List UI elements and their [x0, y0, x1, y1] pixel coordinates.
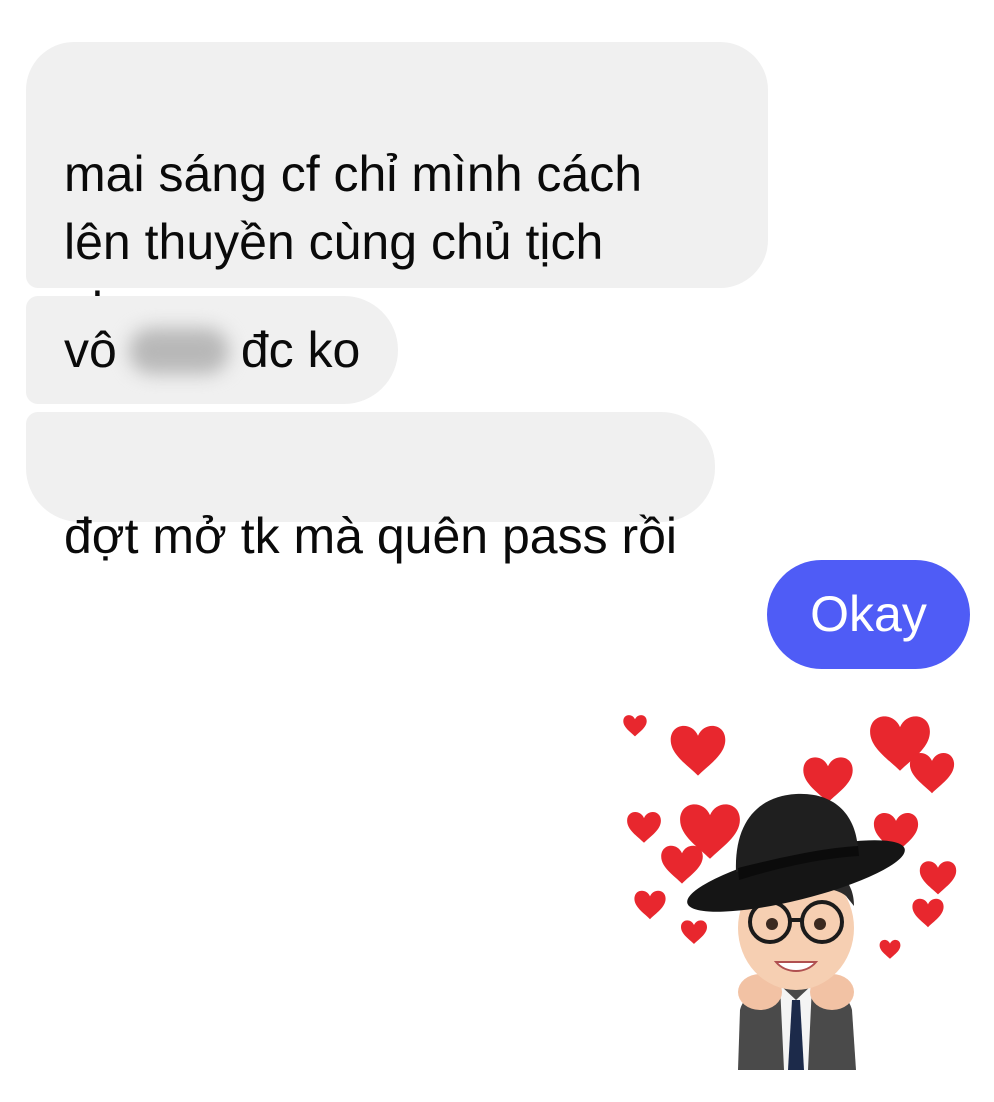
avatar-hearts-sticker[interactable] [610, 700, 980, 1070]
message-text: Okay [810, 586, 927, 642]
message-text: đợt mở tk mà quên pass rồi [64, 508, 678, 564]
incoming-message-bubble[interactable]: vô đc ko [26, 296, 399, 404]
outgoing-message-bubble[interactable]: Okay [767, 560, 970, 669]
redacted-blur [128, 328, 229, 374]
message-text: vô [64, 322, 117, 378]
incoming-message-bubble[interactable]: đợt mở tk mà quên pass rồi [26, 412, 716, 564]
message-text: đc ko [240, 322, 361, 378]
incoming-message-bubble[interactable]: mai sáng cf chỉ mình cách lên thuyền cùn… [26, 42, 768, 338]
